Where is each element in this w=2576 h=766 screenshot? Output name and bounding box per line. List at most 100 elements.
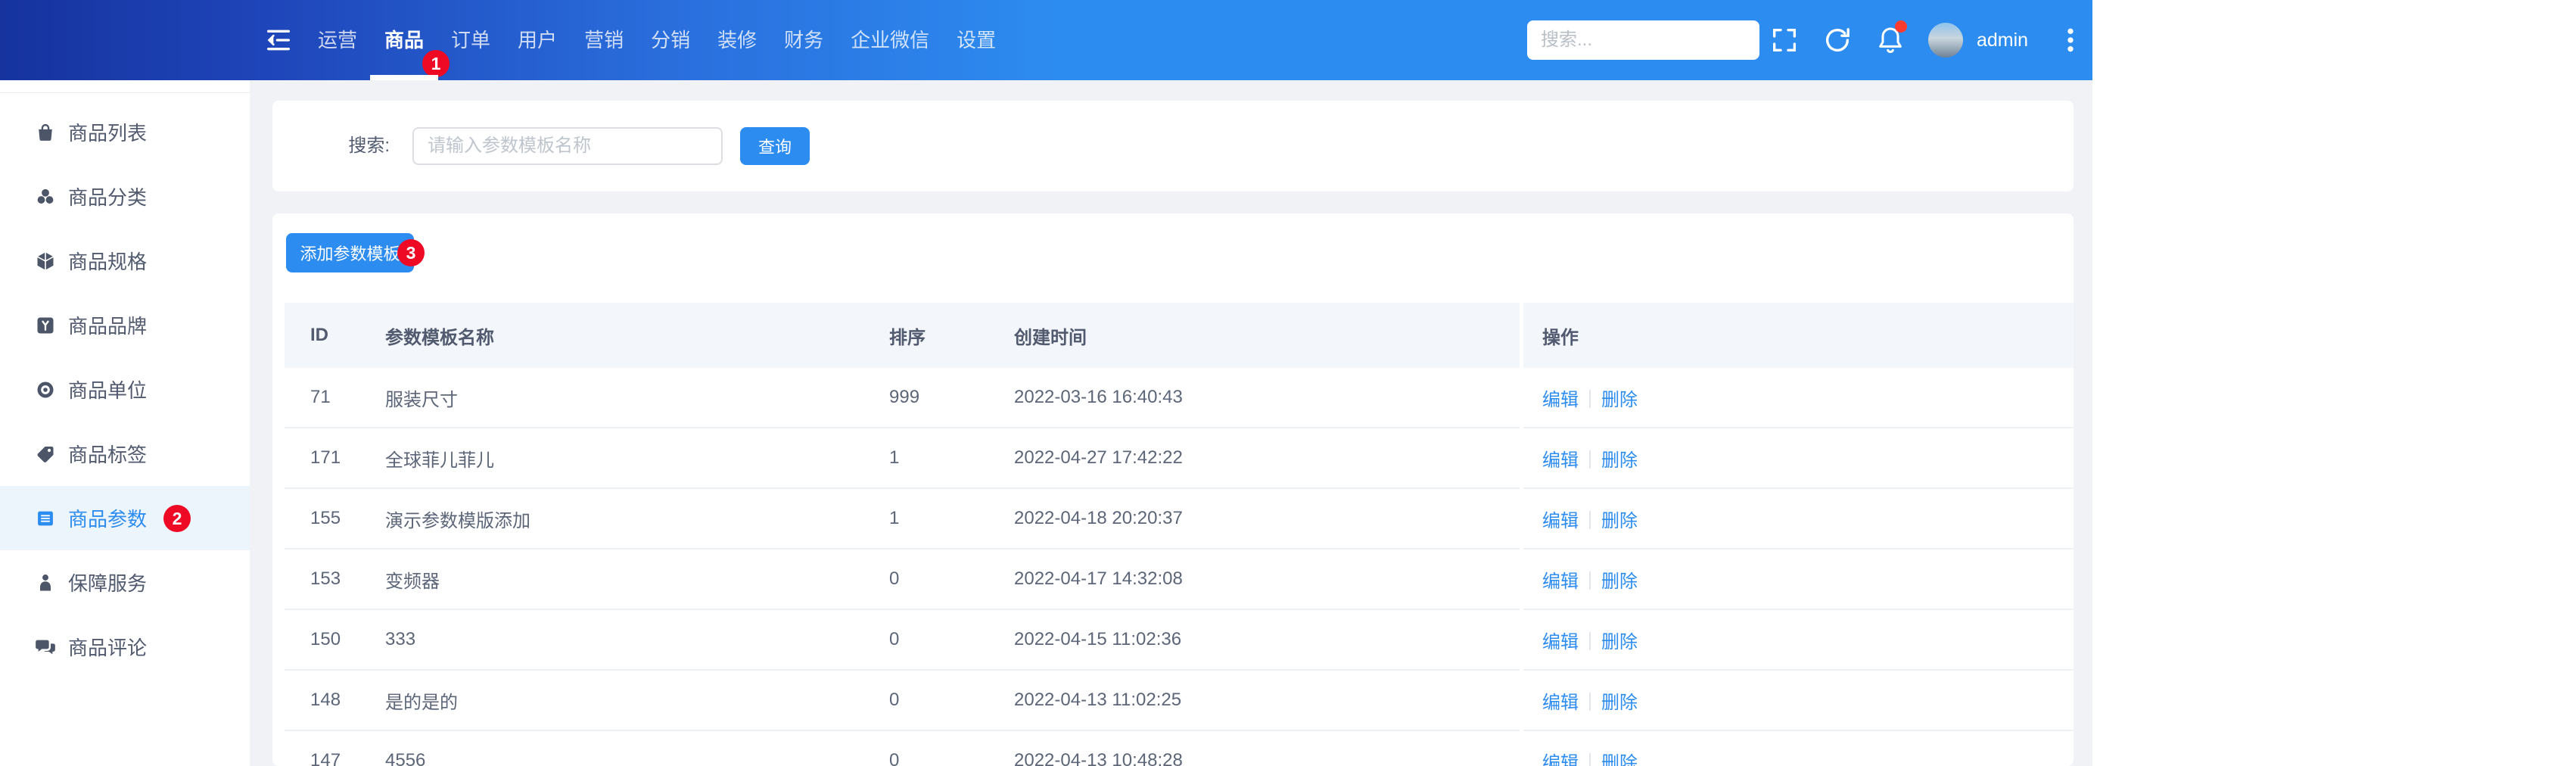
cell-actions: 编辑 删除	[1542, 627, 2074, 653]
topbar: 运营 商品 1 订单 用户 营销 分销 装修 财务 企业微信 设置 搜索... …	[0, 0, 2092, 80]
table-header-row: ID 参数模板名称 排序 创建时间 操作	[285, 303, 2074, 368]
notification-dot	[1895, 20, 1907, 33]
action-divider	[1589, 450, 1591, 469]
query-button[interactable]: 查询	[740, 127, 810, 165]
action-divider	[1589, 571, 1591, 590]
table-row: 147 4556 0 2022-04-13 10:48:28 编辑 删除	[285, 731, 2074, 766]
delete-link[interactable]: 删除	[1601, 511, 1638, 531]
column-header-sort: 排序	[889, 327, 926, 348]
cell-actions: 编辑 删除	[1542, 566, 2074, 593]
delete-link[interactable]: 删除	[1601, 632, 1638, 652]
cell-sort: 1	[889, 508, 900, 528]
template-name-input[interactable]	[412, 127, 723, 165]
notification-bell-icon[interactable]	[1875, 20, 1907, 55]
cell-name: 4556	[385, 750, 426, 766]
edit-link[interactable]: 编辑	[1542, 693, 1579, 713]
fullscreen-icon[interactable]	[1769, 25, 1800, 55]
top-menu-item-finance[interactable]: 财务	[784, 0, 823, 80]
cube-icon	[35, 251, 56, 272]
delete-link[interactable]: 删除	[1601, 450, 1638, 471]
column-header-actions: 操作	[1542, 327, 1579, 348]
sidebar-item-label: 商品列表	[68, 122, 148, 145]
target-icon	[35, 379, 56, 400]
edit-link[interactable]: 编辑	[1542, 511, 1579, 531]
cell-actions: 编辑 删除	[1542, 445, 2074, 472]
top-menu-item-orders[interactable]: 订单	[451, 0, 490, 80]
edit-link[interactable]: 编辑	[1542, 571, 1579, 592]
delete-link[interactable]: 删除	[1601, 693, 1638, 713]
sidebar-item-guarantee-service[interactable]: 保障服务	[0, 550, 250, 615]
action-divider	[1589, 631, 1591, 650]
delete-link[interactable]: 删除	[1601, 571, 1638, 592]
top-menu-label: 分销	[651, 29, 691, 51]
cell-created: 2022-04-18 20:20:37	[1014, 508, 1183, 528]
menu-fold-icon[interactable]	[263, 25, 294, 55]
top-menu-item-users[interactable]: 用户	[518, 0, 557, 80]
edit-link[interactable]: 编辑	[1542, 632, 1579, 652]
refresh-icon[interactable]	[1822, 25, 1853, 55]
top-menu-item-decoration[interactable]: 装修	[717, 0, 757, 80]
cell-actions: 编辑 删除	[1542, 748, 2074, 766]
step-badge-3: 3	[397, 239, 425, 266]
cell-sort: 0	[889, 690, 900, 710]
avatar[interactable]	[1928, 23, 1963, 58]
edit-link[interactable]: 编辑	[1542, 390, 1579, 410]
edit-link[interactable]: 编辑	[1542, 450, 1579, 471]
top-menu-item-operations[interactable]: 运营	[318, 0, 357, 80]
sidebar-item-product-brand[interactable]: 商品品牌	[0, 293, 250, 357]
sidebar-item-label: 商品品牌	[68, 315, 148, 338]
top-menu-item-goods[interactable]: 商品 1	[370, 0, 450, 80]
sidebar-item-product-spec[interactable]: 商品规格	[0, 229, 250, 293]
sidebar-item-product-list[interactable]: 商品列表	[0, 100, 250, 164]
sidebar-item-product-reviews[interactable]: 商品评论	[0, 615, 250, 679]
action-divider	[1589, 692, 1591, 711]
cell-id: 150	[310, 629, 341, 649]
table-row: 148 是的是的 0 2022-04-13 11:02:25 编辑 删除	[285, 671, 2074, 731]
column-header-name: 参数模板名称	[385, 327, 494, 348]
cell-created: 2022-04-13 10:48:28	[1014, 750, 1183, 766]
cell-sort: 0	[889, 750, 900, 766]
top-menu-item-distribution[interactable]: 分销	[651, 0, 690, 80]
cell-actions: 编辑 删除	[1542, 385, 2074, 411]
column-header-created: 创建时间	[1014, 327, 1087, 348]
basket-icon	[35, 122, 56, 143]
list-icon	[35, 508, 56, 529]
cell-created: 2022-04-17 14:32:08	[1014, 568, 1183, 589]
param-template-table: ID 参数模板名称 排序 创建时间 操作 71 服装尺寸 999 2022-03…	[285, 303, 2074, 766]
more-menu-icon[interactable]	[2055, 25, 2086, 55]
cell-created: 2022-04-27 17:42:22	[1014, 447, 1183, 468]
delete-link[interactable]: 删除	[1601, 390, 1638, 410]
cell-id: 71	[310, 387, 331, 407]
username[interactable]: admin	[1977, 0, 2028, 80]
top-menu-item-marketing[interactable]: 营销	[584, 0, 624, 80]
action-divider	[1589, 389, 1591, 408]
topbar-search-input[interactable]	[1527, 20, 1759, 60]
delete-link[interactable]: 删除	[1601, 753, 1638, 766]
cell-sort: 1	[889, 447, 900, 468]
top-menu-label: 运营	[318, 29, 358, 51]
comments-icon	[35, 637, 56, 658]
top-menu-item-wecom[interactable]: 企业微信	[851, 0, 929, 80]
top-menu: 运营 商品 1 订单 用户 营销 分销 装修 财务 企业微信 设置	[318, 0, 996, 80]
sidebar-item-product-unit[interactable]: 商品单位	[0, 357, 250, 422]
category-icon	[35, 186, 56, 207]
search-panel: 搜索: 查询	[272, 101, 2074, 192]
sidebar-item-product-category[interactable]: 商品分类	[0, 164, 250, 229]
brand-icon	[35, 315, 56, 336]
sidebar: 商品列表 商品分类 商品规格 商品品牌 商品单位 商品标签 商品参数 2 保障服…	[0, 80, 250, 766]
cell-created: 2022-04-13 11:02:25	[1014, 690, 1182, 710]
cell-name: 演示参数模版添加	[385, 510, 530, 531]
edit-link[interactable]: 编辑	[1542, 753, 1579, 766]
cell-name: 333	[385, 629, 416, 649]
add-param-template-button[interactable]: 添加参数模板	[286, 233, 414, 272]
sidebar-item-product-tag[interactable]: 商品标签	[0, 422, 250, 486]
top-menu-item-settings[interactable]: 设置	[957, 0, 996, 80]
sidebar-item-label: 保障服务	[68, 572, 148, 595]
top-menu-label: 设置	[957, 29, 997, 51]
sidebar-item-label: 商品参数	[68, 508, 148, 531]
step-badge-1: 1	[422, 50, 450, 77]
top-menu-label: 用户	[518, 29, 558, 51]
sidebar-divider	[0, 92, 250, 93]
cell-id: 153	[310, 568, 341, 589]
sidebar-item-product-params[interactable]: 商品参数 2	[0, 486, 250, 550]
